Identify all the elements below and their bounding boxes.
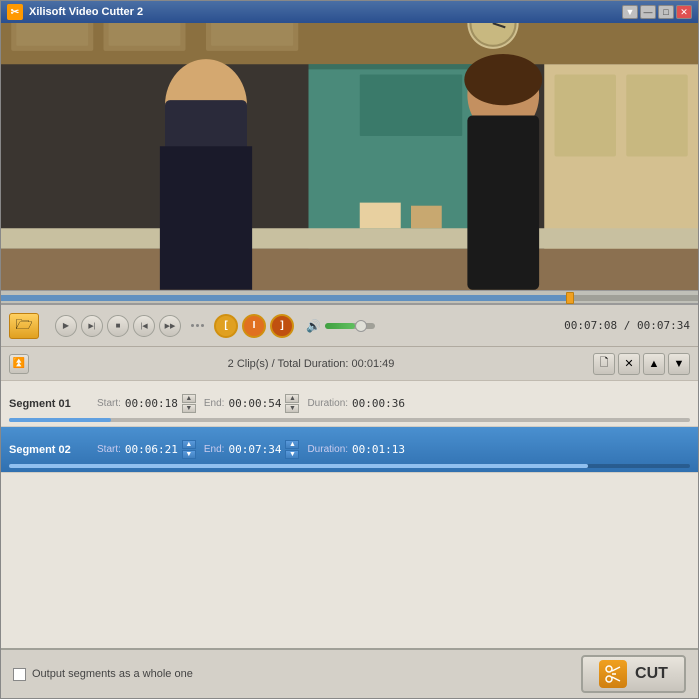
app-icon: ✂ [7, 4, 23, 20]
segments-list: Segment 01 Start: 00:00:18 ▲ ▼ End: 00:0… [1, 380, 698, 648]
clips-info: 2 Clip(s) / Total Duration: 00:01:49 [37, 358, 585, 370]
dots-indicator [191, 324, 204, 327]
add-clip-button[interactable]: 🗋 [593, 353, 615, 375]
output-label: Output segments as a whole one [32, 668, 193, 680]
video-preview [1, 23, 698, 290]
prev-button[interactable]: |◀ [133, 315, 155, 337]
start-label: Start: [97, 444, 121, 455]
start-spinner[interactable]: ▲ ▼ [182, 440, 196, 459]
timeline-handle[interactable] [566, 292, 574, 304]
segment-start-group: Start: 00:00:18 ▲ ▼ [97, 394, 196, 413]
time-display: 00:07:08 / 00:07:34 [564, 319, 690, 332]
scissors-icon [604, 665, 622, 683]
end-spinner[interactable]: ▲ ▼ [285, 394, 299, 413]
start-down-button[interactable]: ▼ [182, 404, 196, 413]
video-frame [1, 23, 698, 290]
volume-fill [325, 323, 355, 329]
title-bar: ✂ Xilisoft Video Cutter 2 ▼ — □ ✕ [1, 1, 698, 23]
segment-progress-fill [9, 464, 588, 468]
dot-3 [201, 324, 204, 327]
end-label: End: [204, 444, 225, 455]
minimize-button[interactable]: — [640, 5, 656, 19]
window-controls: ▼ — □ ✕ [622, 5, 692, 19]
window-title: Xilisoft Video Cutter 2 [29, 6, 616, 18]
current-time: 00:07:08 [564, 319, 617, 332]
segment-start-group: Start: 00:06:21 ▲ ▼ [97, 440, 196, 459]
output-checkbox-group: Output segments as a whole one [13, 668, 581, 681]
open-folder-button[interactable]: 🗁 [9, 313, 39, 339]
clips-action-buttons: 🗋 ✕ ▲ ▼ [593, 353, 690, 375]
start-up-button[interactable]: ▲ [182, 394, 196, 403]
end-up-button[interactable]: ▲ [285, 394, 299, 403]
marker-start-button[interactable]: [ [214, 314, 238, 338]
marker-buttons: [ I ] [214, 314, 294, 338]
volume-handle[interactable] [355, 320, 367, 332]
start-value: 00:00:18 [125, 397, 178, 410]
transport-controls: ▶ ▶| ■ |◀ ▶▶ [55, 315, 181, 337]
segment-end-group: End: 00:07:34 ▲ ▼ [204, 440, 300, 459]
end-spinner[interactable]: ▲ ▼ [285, 440, 299, 459]
volume-bar[interactable] [325, 323, 375, 329]
time-separator: / [617, 319, 637, 332]
segment-end-group: End: 00:00:54 ▲ ▼ [204, 394, 300, 413]
play-button[interactable]: ▶ [55, 315, 77, 337]
remove-clip-button[interactable]: ✕ [618, 353, 640, 375]
move-down-button[interactable]: ▼ [668, 353, 690, 375]
output-checkbox[interactable] [13, 668, 26, 681]
folder-icon: 🗁 [15, 314, 32, 338]
dropdown-button[interactable]: ▼ [622, 5, 638, 19]
end-label: End: [204, 398, 225, 409]
cut-icon [599, 660, 627, 688]
duration-value: 00:01:13 [352, 443, 405, 456]
dot-2 [196, 324, 199, 327]
collapse-icon: ⏫ [13, 358, 25, 369]
duration-label: Duration: [307, 398, 348, 409]
segment-progress-bar [9, 418, 690, 422]
start-value: 00:06:21 [125, 443, 178, 456]
cut-label: CUT [635, 665, 668, 683]
duration-value: 00:00:36 [352, 397, 405, 410]
end-up-button[interactable]: ▲ [285, 440, 299, 449]
app-icon-symbol: ✂ [11, 7, 19, 18]
marker-middle-button[interactable]: I [242, 314, 266, 338]
segment-label: Segment 02 [9, 444, 89, 456]
segment-duration-group: Duration: 00:01:13 [307, 443, 405, 456]
end-down-button[interactable]: ▼ [285, 404, 299, 413]
volume-icon: 🔊 [306, 319, 321, 333]
maximize-button[interactable]: □ [658, 5, 674, 19]
fast-forward-button[interactable]: ▶▶ [159, 315, 181, 337]
video-scene-svg [1, 23, 698, 290]
segment-progress-bar [9, 464, 690, 468]
end-value: 00:00:54 [228, 397, 281, 410]
next-frame-button[interactable]: ▶| [81, 315, 103, 337]
start-up-button[interactable]: ▲ [182, 440, 196, 449]
close-button[interactable]: ✕ [676, 5, 692, 19]
collapse-button[interactable]: ⏫ [9, 354, 29, 374]
segment-duration-group: Duration: 00:00:36 [307, 397, 405, 410]
duration-label: Duration: [307, 444, 348, 455]
stop-button[interactable]: ■ [107, 315, 129, 337]
controls-bar: 🗁 ▶ ▶| ■ |◀ ▶▶ [ I ] 🔊 00:07:08 / 00: [1, 304, 698, 346]
segment-row[interactable]: Segment 01 Start: 00:00:18 ▲ ▼ End: 00:0… [1, 381, 698, 427]
cut-button[interactable]: CUT [581, 655, 686, 693]
segment-progress-fill [9, 418, 111, 422]
move-up-button[interactable]: ▲ [643, 353, 665, 375]
dot-1 [191, 324, 194, 327]
end-down-button[interactable]: ▼ [285, 450, 299, 459]
segment-label: Segment 01 [9, 398, 89, 410]
marker-end-button[interactable]: ] [270, 314, 294, 338]
end-value: 00:07:34 [228, 443, 281, 456]
total-time: 00:07:34 [637, 319, 690, 332]
timeline-progress [1, 295, 566, 301]
start-down-button[interactable]: ▼ [182, 450, 196, 459]
main-window: ✂ Xilisoft Video Cutter 2 ▼ — □ ✕ [0, 0, 699, 699]
start-spinner[interactable]: ▲ ▼ [182, 394, 196, 413]
timeline-bar[interactable] [1, 290, 698, 304]
start-label: Start: [97, 398, 121, 409]
bottom-bar: Output segments as a whole one CUT [1, 648, 698, 698]
volume-area: 🔊 [306, 319, 375, 333]
clips-header: ⏫ 2 Clip(s) / Total Duration: 00:01:49 🗋… [1, 346, 698, 380]
segment-row[interactable]: Segment 02 Start: 00:06:21 ▲ ▼ End: 00:0… [1, 427, 698, 473]
